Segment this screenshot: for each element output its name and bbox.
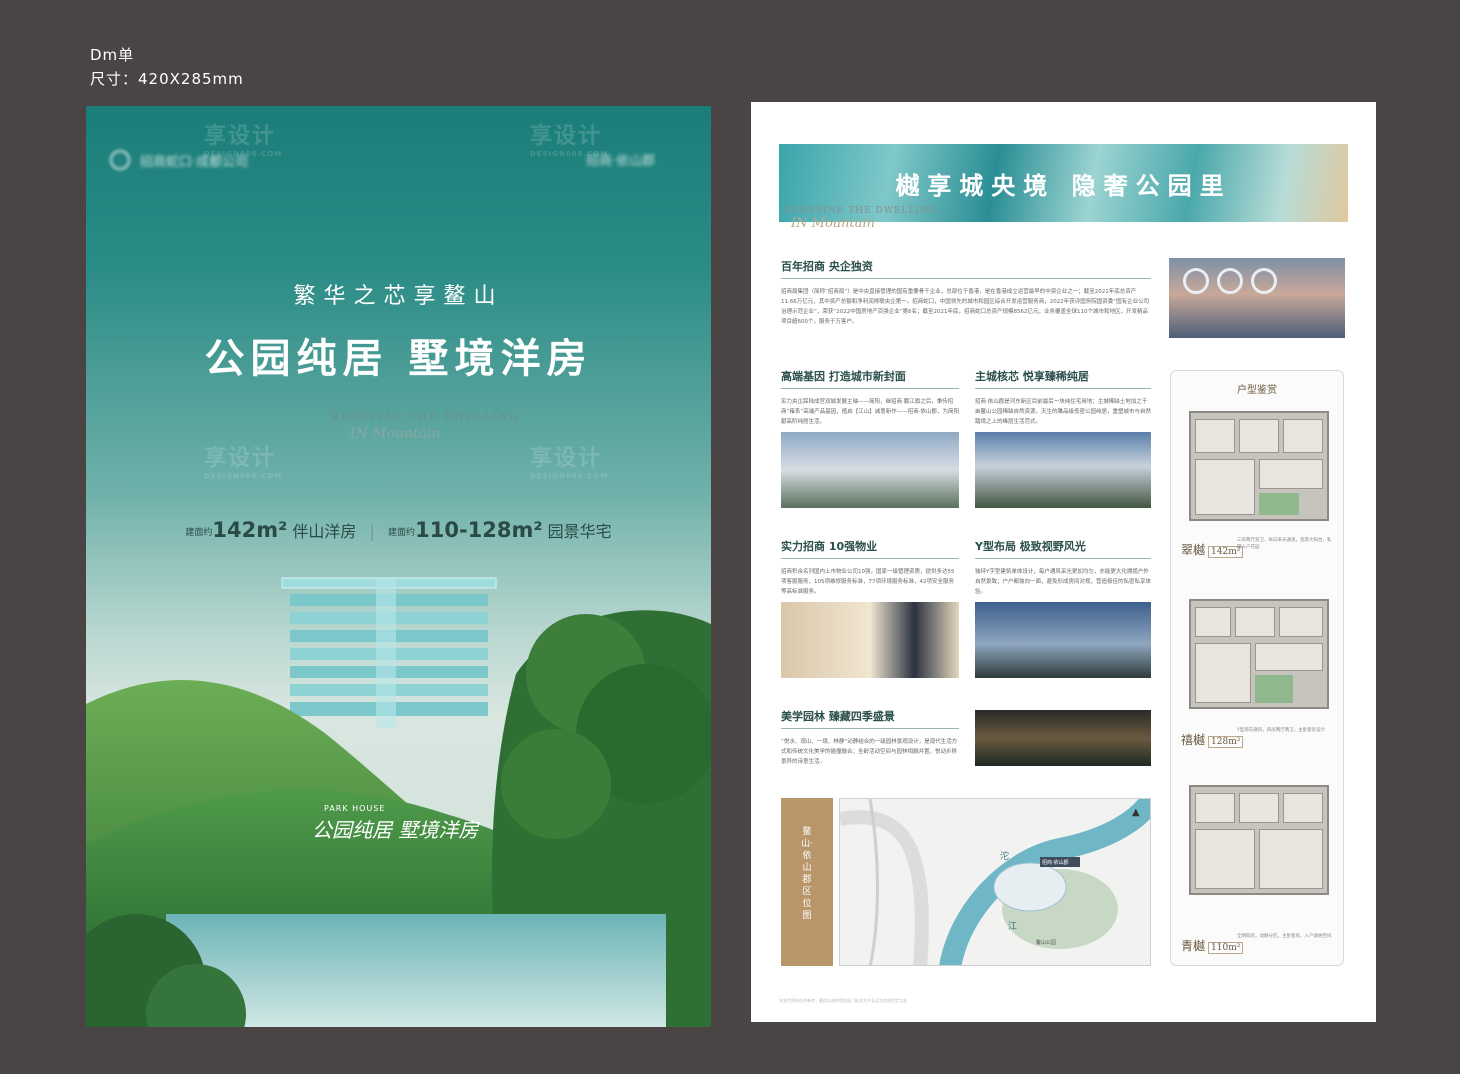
building-photo [781,432,959,508]
plan-1-note: 三房两厅双卫，纵向采光通透，宽景大阳台，私属入户花园 [1237,538,1332,550]
area-tag: 建面约 [185,527,213,538]
section-text: 招商积余名列国内上市物业公司10强，国家一级管理资质，提供多达55项客服服务，1… [781,569,955,595]
stat-ring-icon [1183,268,1209,294]
landscape-scene [86,577,711,1027]
floor-plan-3 [1189,785,1329,895]
floor-plan-1 [1189,411,1329,521]
area-separator: | [369,522,375,541]
map-river-label: 江 [1008,922,1018,932]
footer-disclaimer: 本宣传资料仅供参考，最终以政府相关部门批准文件及买卖合同约定为准 [779,998,907,1003]
section-title: Y型布局 极致视野风光 [975,538,1151,559]
section-text: “悦水、观山、一境、林静”动静结合的一级园林景观设计，是现代生活方式和传统文化美… [781,739,958,765]
map-river-label: 沱 [1000,852,1010,862]
section-brand: 百年招商 央企独资 招商局集团（简称“招商局”）是中央直接管理的国有重要骨干企业… [781,258,1151,327]
plan-2-note: Y型南向通风，四房两厅两卫，主卧套房设计 [1237,728,1326,733]
area2-number: 110-128m² [415,518,543,542]
section-core: 主城核芯 悦享臻稀纯居 招商·依山郡是河东新区目前最后一块纯住宅用地；主城稀缺土… [975,368,1151,427]
section-text: 招商·依山郡是河东新区目前最后一块纯住宅用地；主城稀缺土地加之千亩鳌山公园稀缺自… [975,399,1152,425]
poster-en-line: REDEFINE THE DWELLING [332,412,520,423]
skyline-photo [975,602,1151,678]
tower-photo [975,432,1151,508]
logo-icon [110,150,130,170]
plan-panel-title: 户型鉴赏 [1237,385,1277,396]
plan-2-label: 禧樾 128m² [1181,731,1244,748]
watermark: 享设计 DESIGN006.COM [530,446,609,480]
map-side-text: 鳌山·依山郡区位图 [801,827,813,921]
slogan-en: PARK HOUSE [324,804,386,813]
plan-3-label: 青樾 110m² [1181,937,1244,954]
map-project-label: 招商·依山郡 [1042,860,1069,866]
section-title: 实力招商 10强物业 [781,538,959,559]
plan-1-label: 翠樾 142m² [1181,541,1244,558]
area-tag: 建面约 [388,527,416,538]
section-layout: Y型布局 极致视野风光 独特Y字型建筑单体设计，每户通风采光更加均匀，亦能更大化… [975,538,1151,597]
map-park-label: 鳌山公园 [1036,940,1057,946]
service-photo [781,602,959,678]
stat-ring-icon [1251,268,1277,294]
size-label: 尺寸：420X285mm [90,70,244,88]
garden-photo [975,710,1151,766]
section-text: 实力央企踩陆成宫双城发展主轴——简阳，继招商·鹏江旗之后，秉传招商“雍系”高端产… [781,399,959,425]
format-label: Dm单 [90,46,135,64]
section-garden: 美学园林 臻藏四季盛景 “悦水、观山、一境、林静”动静结合的一级园林景观设计，是… [781,708,959,767]
front-poster: 招商蛇口·成都公司 招商·依山郡 繁华之芯享鳌山 公园纯居 墅境洋房 REDEF… [86,106,711,1027]
area1-number: 142m² [212,518,288,542]
banner-en: REDEFINE THE DWELLING [785,206,938,216]
city-stat-photo [1169,258,1345,338]
section-property: 实力招商 10强物业 招商积余名列国内上市物业公司10强，国家一级管理资质，提供… [781,538,959,597]
section-text: 独特Y字型建筑单体设计，每户通风采光更加均匀，亦能更大化拥揽户外自然景致；户户都… [975,569,1152,595]
building-illustration [281,577,497,728]
north-arrow-icon: ▲ [1132,807,1140,818]
section-gene: 高端基因 打造城市新封面 实力央企踩陆成宫双城发展主轴——简阳，继招商·鹏江旗之… [781,368,959,427]
area1-label: 伴山洋房 [292,522,357,541]
section-text: 招商局集团（简称“招商局”）是中央直接管理的国有重要骨干企业，总部位于香港，是在… [781,289,1150,325]
developer-logo: 招商蛇口·成都公司 [110,150,248,170]
floor-plan-panel: 户型鉴赏 翠樾 142m² 三房两厅双卫，纵向采光通透，宽景大阳台，私属入户花园 … [1170,370,1344,966]
area-strip: 建面约 142m² 伴山洋房 | 建面约 110-128m² 园景华宅 [86,518,711,542]
section-title: 主城核芯 悦享臻稀纯居 [975,368,1151,389]
back-sheet: 樾享城央境 隐奢公园里 REDEFINE THE DWELLING IN Mou… [751,102,1376,1022]
poster-slogan: 公园纯居 墅境洋房 [312,818,479,842]
section-title: 美学园林 臻藏四季盛景 [781,708,959,729]
poster-title: 公园纯居 墅境洋房 [204,336,593,382]
section-title: 高端基因 打造城市新封面 [781,368,959,389]
section-title: 百年招商 央企独资 [781,258,1151,279]
project-logo: 招商·依山郡 [586,154,656,169]
stat-ring-icon [1217,268,1243,294]
area2-label: 园景华宅 [547,522,612,541]
map-side-bar: 鳌山·依山郡区位图 [781,798,833,966]
watermark: 享设计 DESIGN006.COM [204,446,283,480]
poster-en-script: IN Mountain [350,426,441,442]
map-graphic [840,799,1150,965]
floor-plan-2 [1189,599,1329,709]
banner-title: 樾享城央境 隐奢公园里 [895,172,1232,200]
plan-3-note: 全明四房，动静分区，主卧套房，入户收纳空间 [1237,934,1332,939]
poster-subtitle: 繁华之芯享鳌山 [293,284,504,309]
location-map: 沱 江 鳌山公园 招商·依山郡 ▲ [839,798,1151,966]
banner-en-script: IN Mountain [791,216,876,231]
developer-logo-text: 招商蛇口·成都公司 [140,154,249,170]
